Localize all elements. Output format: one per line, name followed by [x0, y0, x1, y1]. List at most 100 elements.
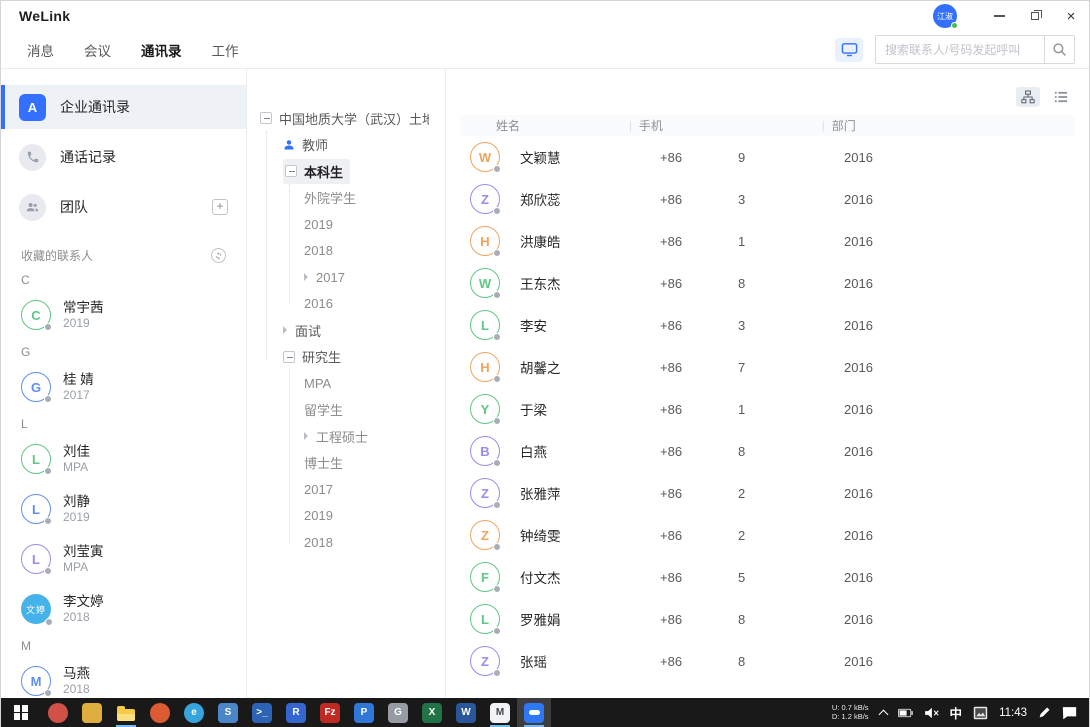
table-row[interactable]: W文颖慧+8692016 [446, 136, 1089, 178]
collapse-icon[interactable] [285, 165, 297, 177]
tree-node[interactable]: 2016 [247, 291, 445, 318]
taskbar-excel[interactable]: X [415, 698, 449, 727]
favorite-contact[interactable]: M马燕2018 [1, 656, 246, 698]
tree-node[interactable]: 2017 [247, 476, 445, 503]
table-row[interactable]: Z钟绮雯+8622016 [446, 514, 1089, 556]
minimize-button[interactable] [981, 1, 1017, 31]
tray-app-icon[interactable] [973, 706, 988, 720]
taskbar-typora[interactable]: M [483, 698, 517, 727]
restore-button[interactable] [1017, 1, 1053, 31]
tree-node[interactable]: 2019 [247, 211, 445, 238]
table-row[interactable]: Z张雅萍+8622016 [446, 472, 1089, 514]
close-button[interactable]: × [1053, 1, 1089, 31]
taskbar-gray-app[interactable]: G [381, 698, 415, 727]
letter-header: C [1, 268, 246, 290]
org-view-toggle[interactable] [1016, 87, 1040, 107]
table-row[interactable]: L李安+8632016 [446, 304, 1089, 346]
tab-messages[interactable]: 消息 [27, 40, 54, 60]
contact-text: 桂 婧2017 [63, 371, 94, 403]
taskbar-photos-app[interactable]: P [347, 698, 381, 727]
favorite-contact[interactable]: C常宇茜2019 [1, 290, 246, 340]
ime-indicator[interactable]: 中 [950, 703, 963, 722]
taskbar-start[interactable] [1, 698, 41, 727]
tree-node[interactable]: 2018 [247, 529, 445, 556]
favorite-contact[interactable]: L刘佳MPA [1, 434, 246, 484]
favorites-header-label: 收藏的联系人 [21, 247, 93, 264]
tab-work[interactable]: 工作 [212, 40, 239, 60]
list-view-toggle[interactable] [1049, 87, 1073, 107]
collapse-icon[interactable] [283, 351, 295, 363]
phone-suffix: 5 [738, 570, 838, 585]
table-row[interactable]: Z郑欣蕊+8632016 [446, 178, 1089, 220]
table-row[interactable]: Z张瑶+8682016 [446, 640, 1089, 682]
pen-icon[interactable] [1038, 706, 1051, 719]
tree-node-label: 面试 [295, 321, 321, 340]
table-row[interactable]: H胡馨之+8672016 [446, 346, 1089, 388]
table-row[interactable]: L罗雅娟+8682016 [446, 598, 1089, 640]
tree-node[interactable]: 2017 [247, 264, 445, 291]
table-row[interactable]: F付文杰+8652016 [446, 556, 1089, 598]
tree-node[interactable]: 2019 [247, 503, 445, 530]
clock[interactable]: 11:43 [999, 707, 1027, 719]
tree-node[interactable]: 留学生 [247, 397, 445, 424]
table-row[interactable]: H洪康皓+8612016 [446, 220, 1089, 262]
tree-node[interactable]: 本科生 [247, 158, 445, 185]
table-row[interactable]: B白燕+8682016 [446, 430, 1089, 472]
tree-node[interactable]: MPA [247, 370, 445, 397]
tab-contacts[interactable]: 通讯录 [141, 40, 182, 60]
taskbar-welink[interactable] [517, 698, 551, 727]
collapse-icon[interactable] [260, 112, 272, 124]
avatar: L [21, 444, 51, 474]
presence-dot [493, 585, 501, 593]
sidebar-item-enterprise-directory[interactable]: A 企业通讯录 [1, 85, 246, 129]
taskbar-app-gold-tool[interactable] [75, 698, 109, 727]
presence-dot [493, 543, 501, 551]
favorite-contact[interactable]: L刘静2019 [1, 484, 246, 534]
taskbar-app-orange-orb[interactable] [143, 698, 177, 727]
table-row[interactable]: W王东杰+8682016 [446, 262, 1089, 304]
search-input[interactable] [876, 36, 1044, 63]
phone-prefix: +86 [650, 360, 738, 375]
tree-node[interactable]: 2018 [247, 238, 445, 265]
expand-icon[interactable] [304, 432, 308, 440]
tree-node[interactable]: 研究生 [247, 344, 445, 371]
tree-node[interactable]: 教师 [247, 132, 445, 159]
avatar: L [21, 494, 51, 524]
taskbar-remote-app[interactable]: R [279, 698, 313, 727]
favorite-contact[interactable]: L刘莹寅MPA [1, 534, 246, 584]
volume-muted-icon[interactable] [924, 707, 939, 719]
sidebar-item-call-history[interactable]: 通话记录 [1, 135, 246, 179]
tab-meetings[interactable]: 会议 [84, 40, 111, 60]
favorite-contact[interactable]: 文婷李文婷2018 [1, 584, 246, 634]
taskbar-file-explorer[interactable] [109, 698, 143, 727]
add-team-button[interactable]: + [212, 199, 228, 215]
taskbar-search-app[interactable]: S [211, 698, 245, 727]
tree-node-label: 2016 [304, 296, 333, 311]
sync-contacts-icon[interactable] [211, 248, 226, 263]
hidden-icons-chevron[interactable] [878, 710, 888, 720]
battery-icon[interactable] [898, 708, 913, 718]
action-center-icon[interactable] [1062, 706, 1077, 720]
taskbar-word[interactable]: W [449, 698, 483, 727]
expand-icon[interactable] [304, 273, 308, 281]
tree-node[interactable]: 工程硕士 [247, 423, 445, 450]
tree-node[interactable]: 中国地质大学（武汉）土地... [247, 105, 445, 132]
tree-node[interactable]: 博士生 [247, 450, 445, 477]
org-view-icon [1021, 90, 1035, 104]
app-gold-tool-icon [82, 703, 102, 723]
tree-node[interactable]: 外院学生 [247, 185, 445, 212]
tree-node-inner: 2017 [304, 479, 340, 500]
taskbar-app-red-orb[interactable] [41, 698, 75, 727]
favorite-contact[interactable]: G桂 婧2017 [1, 362, 246, 412]
sidebar-item-teams[interactable]: 团队 + [1, 185, 246, 229]
search-button[interactable] [1044, 36, 1074, 63]
taskbar-powershell[interactable]: >_ [245, 698, 279, 727]
taskbar-filezilla[interactable]: Fz [313, 698, 347, 727]
expand-icon[interactable] [283, 326, 287, 334]
taskbar-edge-browser[interactable]: e [177, 698, 211, 727]
tree-node[interactable]: 面试 [247, 317, 445, 344]
table-row[interactable]: Y于梁+8612016 [446, 388, 1089, 430]
tree-node-label: 2018 [304, 535, 333, 550]
screen-share-button[interactable] [835, 38, 863, 62]
user-avatar[interactable]: 江淑 [933, 4, 957, 28]
